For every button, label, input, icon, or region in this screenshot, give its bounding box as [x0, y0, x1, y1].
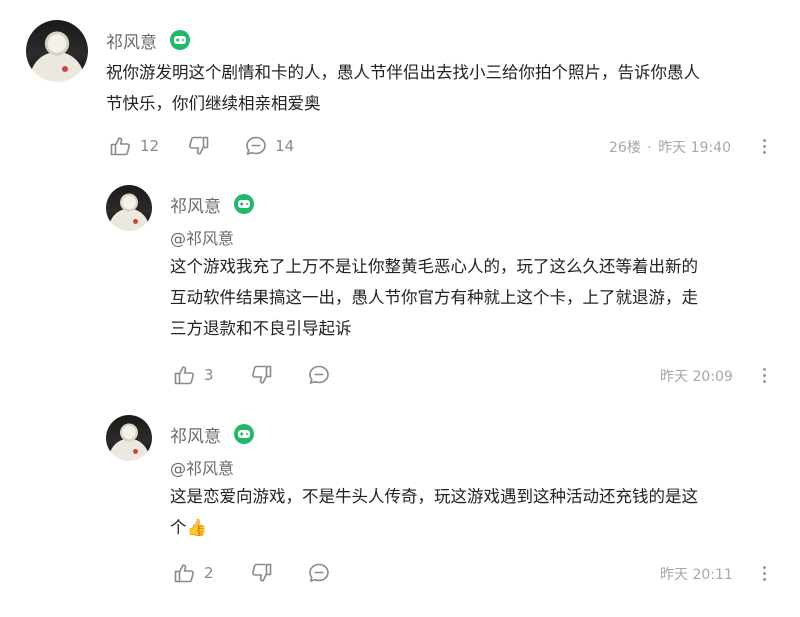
comment-actions: 12 14 — [110, 134, 294, 158]
reply-item: 祁风意 @祁风意 这是恋爱向游戏，不是牛头人传奇，玩这游戏遇到这种活动还充钱的是… — [0, 397, 800, 607]
comment-actions: 2 — [174, 561, 330, 585]
username[interactable]: 祁风意 — [170, 192, 221, 217]
comment-text-line: 三方退款和不良引导起诉 — [170, 319, 352, 338]
reply-count: 14 — [275, 137, 295, 155]
thumbs-up-icon — [110, 137, 130, 156]
like-count: 12 — [140, 137, 160, 155]
gamepad-badge-icon — [170, 30, 190, 50]
more-options-icon[interactable] — [761, 566, 767, 581]
comment-meta: 昨天 20:09 — [660, 366, 733, 386]
dislike-button[interactable] — [250, 563, 272, 583]
thumbs-down-icon — [251, 365, 271, 384]
like-button[interactable]: 2 — [174, 563, 214, 583]
like-button[interactable]: 12 — [110, 136, 159, 156]
meta-separator: · — [647, 140, 652, 156]
avatar[interactable] — [106, 415, 152, 461]
dislike-button[interactable] — [187, 136, 209, 156]
floor-number: 26楼 — [609, 140, 641, 156]
reply-item: 祁风意 @祁风意 这个游戏我充了上万不是让你整黄毛恶心人的，玩了这么久还等着出新… — [0, 165, 800, 397]
gamepad-badge-icon — [234, 424, 254, 444]
comment-meta: 26楼 · 昨天 19:40 — [609, 137, 731, 157]
comment-text-line: 个👍 — [170, 518, 208, 537]
reply-button[interactable]: 14 — [245, 136, 294, 156]
like-button[interactable]: 3 — [174, 365, 214, 385]
dislike-button[interactable] — [250, 365, 272, 385]
mention-link[interactable]: @祁风意 — [170, 455, 234, 479]
comment-meta: 昨天 20:11 — [660, 564, 733, 584]
comment-text-line: 祝你游发明这个剧情和卡的人，愚人节伴侣出去找小三给你拍个照片，告诉你愚人 — [106, 63, 700, 82]
reply-button[interactable] — [308, 365, 330, 385]
like-count: 2 — [204, 564, 214, 582]
like-count: 3 — [204, 366, 214, 384]
timestamp: 昨天 20:11 — [660, 567, 733, 583]
thumbs-down-icon — [189, 136, 209, 155]
comment-text: 这个游戏我充了上万不是让你整黄毛恶心人的，玩了这么久还等着出新的 互动软件结果搞… — [170, 251, 780, 344]
thumbs-up-icon — [174, 564, 194, 583]
comment-text-line: 节快乐，你们继续相亲相爱奥 — [106, 94, 321, 113]
username[interactable]: 祁风意 — [106, 28, 157, 53]
comment-text-line: 互动软件结果搞这一出，愚人节你官方有种就上这个卡，上了就退游，走 — [170, 288, 698, 307]
avatar[interactable] — [26, 20, 88, 82]
comment-floor-26: 祁风意 祝你游发明这个剧情和卡的人，愚人节伴侣出去找小三给你拍个照片，告诉你愚人… — [0, 0, 800, 165]
timestamp: 昨天 19:40 — [658, 140, 731, 156]
more-options-icon[interactable] — [761, 139, 767, 154]
more-options-icon[interactable] — [761, 368, 767, 383]
gamepad-badge-icon — [234, 194, 254, 214]
username[interactable]: 祁风意 — [170, 422, 221, 447]
comment-bubble-icon — [246, 136, 266, 155]
comment-text: 祝你游发明这个剧情和卡的人，愚人节伴侣出去找小三给你拍个照片，告诉你愚人 节快乐… — [106, 57, 766, 119]
avatar[interactable] — [106, 185, 152, 231]
comment-text: 这是恋爱向游戏，不是牛头人传奇，玩这游戏遇到这种活动还充钱的是这 个👍 — [170, 481, 780, 543]
thumbs-down-icon — [251, 563, 271, 582]
thumbs-up-icon — [174, 366, 194, 385]
reply-button[interactable] — [308, 563, 330, 583]
comment-bubble-icon — [308, 563, 329, 582]
comment-text-line: 这个游戏我充了上万不是让你整黄毛恶心人的，玩了这么久还等着出新的 — [170, 257, 698, 276]
comment-bubble-icon — [308, 365, 329, 384]
comment-text-line: 这是恋爱向游戏，不是牛头人传奇，玩这游戏遇到这种活动还充钱的是这 — [170, 487, 698, 506]
comment-actions: 3 — [174, 363, 330, 387]
mention-link[interactable]: @祁风意 — [170, 225, 234, 249]
timestamp: 昨天 20:09 — [660, 369, 733, 385]
